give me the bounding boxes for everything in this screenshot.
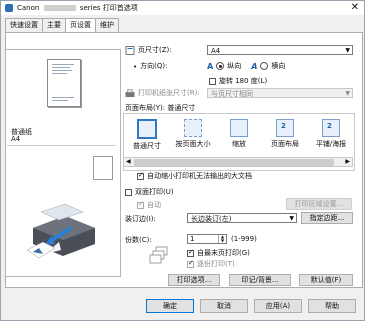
printer-paper-select[interactable]: 与页尺寸相同 ▼ (207, 88, 353, 98)
portrait-label: 纵向 (227, 62, 242, 70)
media-size-text: A4 (11, 135, 21, 143)
page-layout-icon: 2 (276, 119, 294, 137)
rotate-row: 旋转 180 度(L) (209, 76, 267, 86)
copies-range: (1-999) (231, 235, 257, 243)
tab-strip: 快速设置 主要 页设置 维护 (5, 18, 119, 34)
print-options-button[interactable]: 打印选项... (168, 274, 220, 286)
window-title: Canon series 打印首选项 (17, 4, 138, 12)
chevron-down-icon: ▼ (345, 47, 350, 54)
binding-row: 装订边(I): (125, 214, 156, 224)
layout-option-label: 按页面大小 (175, 140, 211, 148)
tab-quick-setup[interactable]: 快速设置 (5, 18, 43, 32)
copies-label: 份数(C): (125, 236, 152, 244)
scrollbar-thumb[interactable] (134, 159, 334, 166)
scroll-left-icon[interactable]: ◀ (126, 158, 131, 165)
auto-reduce-row: 自动缩小打印机无法输出的大文档 (137, 171, 252, 181)
layout-option-scaled[interactable]: 缩放 (216, 114, 262, 149)
close-button[interactable]: ✕ (351, 2, 359, 13)
canon-app-icon (5, 4, 13, 12)
divider (7, 145, 116, 146)
portrait-radio[interactable] (216, 62, 225, 70)
binding-label: 装订边(I): (125, 215, 156, 223)
chevron-down-icon: ▼ (289, 215, 294, 222)
page-size-row: 页尺寸(Z): (125, 46, 172, 55)
binding-value: 长边装订(左) (191, 215, 232, 223)
printer-preferences-window: Canon series 打印首选项 ✕ 快速设置 主要 页设置 维护 普通纸 … (0, 0, 365, 321)
tab-maintenance[interactable]: 维护 (95, 18, 119, 32)
collate-checkbox[interactable] (187, 259, 194, 268)
help-button[interactable]: 帮助 (308, 299, 356, 313)
printer-paper-label: 打印机纸张尺寸(R): (138, 89, 200, 97)
printer-paper-icon (125, 89, 135, 97)
apply-button[interactable]: 应用(A) (254, 299, 302, 313)
layout-option-normal[interactable]: 普通尺寸 (124, 114, 170, 151)
auto-reduce-checkbox[interactable] (137, 171, 144, 180)
title-bar: Canon series 打印首选项 ✕ (1, 1, 364, 15)
reverse-order-checkbox[interactable] (187, 248, 194, 257)
portrait-icon: A (207, 61, 214, 71)
layout-option-fit-page[interactable]: 按页面大小 (170, 114, 216, 149)
duplex-auto-row: 自动 (137, 200, 161, 210)
duplex-row: 双面打印(U) (125, 187, 174, 197)
collate-row: 逐份打印(T) (187, 259, 235, 269)
layout-option-label: 缩放 (232, 140, 246, 148)
layout-option-label: 平铺/海报 (315, 140, 347, 148)
layout-option-label: 页面布局 (271, 140, 299, 148)
copies-range-text: (1-999) (231, 235, 257, 243)
printer-paper-value: 与页尺寸相同 (211, 90, 253, 98)
stamp-background-button[interactable]: 印记/背景... (229, 274, 291, 286)
printer-paper-row: 打印机纸张尺寸(R): (125, 89, 200, 98)
specify-margin-button[interactable]: 指定边距... (301, 212, 353, 224)
reverse-order-row: 自最末页打印(G) (187, 248, 250, 258)
printer-illustration-icon (26, 203, 95, 259)
orientation-options: A 纵向 A 横向 (207, 61, 285, 71)
duplex-auto-label: 自动 (147, 201, 161, 209)
fit-to-page-icon (184, 119, 202, 137)
cancel-button[interactable]: 取消 (200, 299, 248, 313)
ok-button[interactable]: 确定 (146, 299, 194, 313)
page-size-value: A4 (211, 47, 221, 55)
rotate-180-checkbox[interactable] (209, 77, 216, 85)
layout-option-page-layout[interactable]: 2 页面布局 (262, 114, 308, 149)
landscape-radio[interactable] (260, 62, 269, 70)
rotate-180-label: 旋转 180 度(L) (219, 77, 268, 85)
collate-label: 逐份打印(T) (197, 260, 235, 268)
page-size-label: 页尺寸(Z): (138, 46, 172, 54)
layout-option-tiling[interactable]: 2 平铺/海报 (308, 114, 354, 149)
page-layout-label: 页面布局(Y): 普通尺寸 (125, 104, 196, 112)
print-area-setup-button[interactable]: 打印区域设置... (286, 198, 352, 210)
duplex-checkbox[interactable] (125, 188, 132, 196)
output-page-icon (93, 156, 113, 180)
blurred-model-name (43, 5, 76, 11)
copies-input[interactable]: 1 ▲ ▼ (187, 234, 227, 244)
page-layout-row: 页面布局(Y): 普通尺寸 (125, 104, 195, 113)
tiling-poster-icon: 2 (322, 119, 340, 137)
layout-scrollbar[interactable]: ◀ ▶ (123, 157, 353, 167)
spin-arrows-icon[interactable]: ▲ ▼ (218, 235, 226, 243)
defaults-button[interactable]: 默认值(F) (299, 274, 353, 286)
orientation-row: • 方向(Q): (133, 62, 167, 71)
duplex-label: 双面打印(U) (135, 188, 174, 196)
chevron-down-icon: ▼ (345, 90, 350, 97)
binding-select[interactable]: 长边装订(左) ▼ (187, 213, 297, 223)
copies-row: 份数(C): (125, 235, 152, 245)
bullet-icon: • (133, 62, 138, 71)
auto-reduce-label: 自动缩小打印机无法输出的大文档 (147, 172, 252, 180)
landscape-icon: A (251, 61, 258, 71)
page-size-icon (125, 46, 135, 55)
reverse-order-label: 自最末页打印(G) (197, 249, 250, 257)
page-size-select[interactable]: A4 ▼ (207, 45, 353, 55)
orientation-label: 方向(Q): (140, 62, 168, 70)
scaled-icon (230, 119, 248, 137)
duplex-auto-checkbox[interactable] (137, 200, 144, 209)
normal-size-icon (137, 119, 157, 139)
copies-value: 1 (190, 235, 195, 243)
layout-option-label: 普通尺寸 (133, 142, 161, 150)
scroll-right-icon[interactable]: ▶ (345, 158, 350, 165)
copies-stack-icon (149, 246, 168, 264)
tab-main[interactable]: 主要 (42, 18, 66, 32)
landscape-label: 横向 (271, 62, 286, 70)
page-preview-thumbnail (47, 59, 81, 107)
